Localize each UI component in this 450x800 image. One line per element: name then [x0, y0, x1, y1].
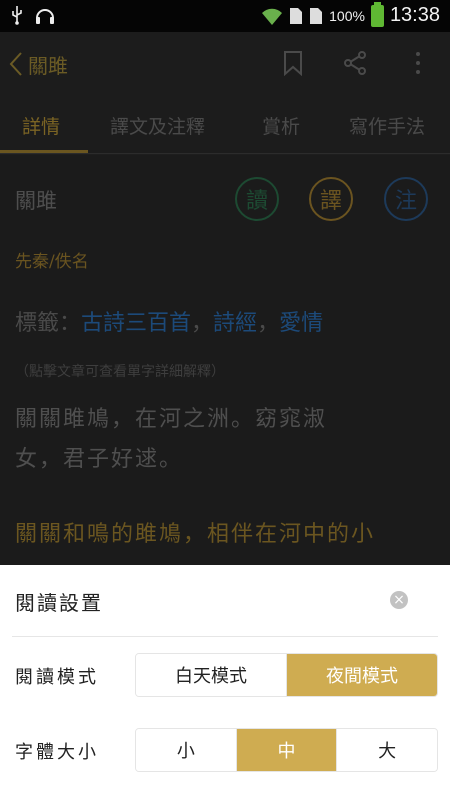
usb-icon: [12, 6, 22, 25]
divider: [12, 636, 438, 637]
tag-separator: ，: [257, 311, 280, 336]
day-mode-button[interactable]: 白天模式: [136, 654, 286, 696]
bookmark-icon[interactable]: [282, 50, 304, 76]
sim-card-icon: [290, 7, 303, 24]
settings-title: 閱讀設置: [15, 591, 103, 615]
tab-indicator: [0, 150, 88, 153]
poem-author[interactable]: 先秦/佚名: [15, 247, 89, 272]
page-title: 關雎: [28, 54, 68, 78]
headset-icon: [36, 9, 54, 24]
share-icon[interactable]: [342, 50, 368, 76]
tab-writing-technique[interactable]: 寫作手法: [349, 112, 425, 139]
tag-link[interactable]: 古詩三百首: [81, 311, 191, 336]
battery-percent: 100%: [329, 7, 365, 24]
translation-button[interactable]: 譯: [309, 177, 353, 221]
status-bar: 100% 13:38: [0, 0, 450, 32]
font-size-selector: 小 中 大: [135, 728, 438, 772]
poem-line[interactable]: 女，君子好逑。: [15, 440, 385, 480]
read-aloud-button[interactable]: 讀: [235, 177, 279, 221]
clock: 13:38: [389, 4, 440, 26]
font-size-small-button[interactable]: 小: [136, 729, 236, 771]
sim-card-2-icon: [310, 7, 323, 24]
annotation-button[interactable]: 注: [384, 177, 428, 221]
poem-line[interactable]: 關關雎鳩，在河之洲。窈窕淑: [15, 400, 385, 440]
reading-mode-selector: 白天模式 夜間模式: [135, 653, 438, 697]
tab-bar: 詳情 譯文及注釋 賞析 寫作手法: [0, 96, 450, 154]
tag-separator: ，: [191, 311, 214, 336]
tags-label: 標籤：: [15, 311, 82, 336]
battery-icon: [370, 1, 384, 27]
more-options-icon[interactable]: [410, 50, 426, 76]
font-size-large-button[interactable]: 大: [336, 729, 437, 771]
poem-content[interactable]: 關雎 讀 譯 注 先秦/佚名 標籤：古詩三百首，詩經，愛情 （點擊文章可查看單字…: [0, 155, 450, 565]
tab-details[interactable]: 詳情: [22, 112, 60, 139]
tag-link[interactable]: 愛情: [279, 311, 323, 336]
reading-mode-label: 閱讀模式: [15, 667, 99, 688]
app-bar: 關雎: [0, 32, 450, 96]
poem-translation: 關關和鳴的雎鳩，相伴在河中的小: [15, 522, 376, 547]
tab-translation-notes[interactable]: 譯文及注釋: [110, 112, 205, 139]
tap-hint: （點擊文章可查看單字詳細解釋）: [15, 364, 225, 380]
back-icon[interactable]: [6, 50, 28, 78]
font-size-medium-button[interactable]: 中: [235, 729, 337, 771]
tag-link[interactable]: 詩經: [213, 311, 257, 336]
wifi-icon: [262, 8, 283, 25]
tags-row: 標籤：古詩三百首，詩經，愛情: [15, 305, 323, 337]
font-size-label: 字體大小: [15, 742, 99, 763]
close-icon[interactable]: ×: [390, 591, 408, 609]
reading-settings-sheet: 閱讀設置 × 閱讀模式 白天模式 夜間模式 字體大小 小 中 大: [0, 565, 450, 800]
poem-title: 關雎: [15, 189, 57, 213]
poem-text[interactable]: 關關雎鳩，在河之洲。窈窕淑 女，君子好逑。: [15, 400, 385, 480]
tab-appreciation[interactable]: 賞析: [262, 112, 300, 139]
night-mode-button[interactable]: 夜間模式: [286, 654, 437, 696]
